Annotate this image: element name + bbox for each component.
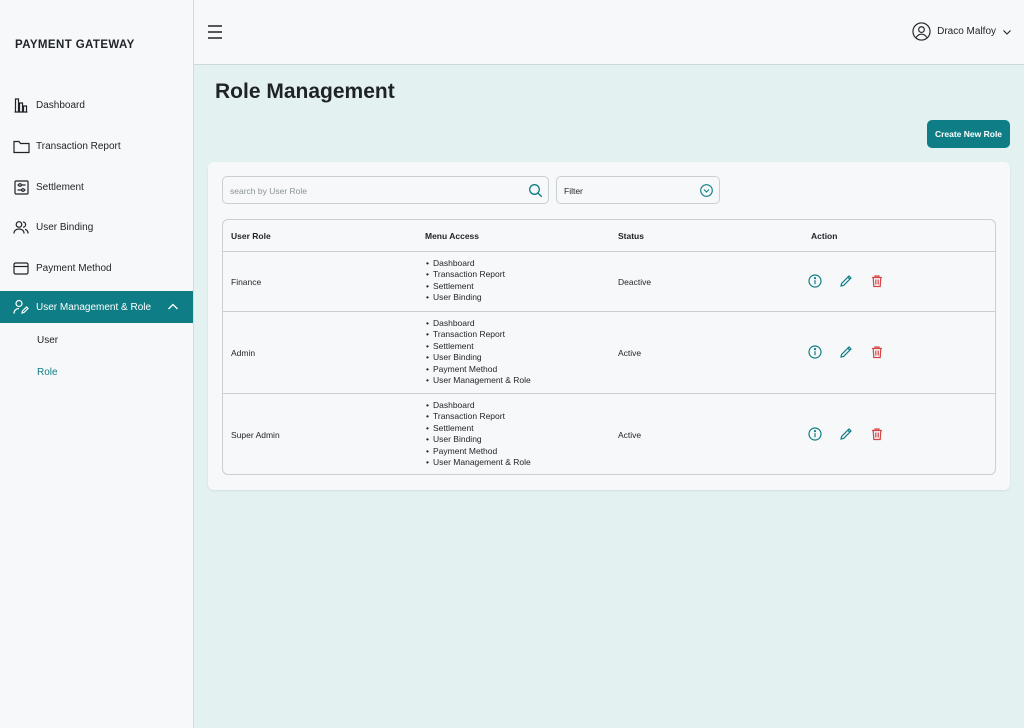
- trash-icon[interactable]: [870, 345, 884, 359]
- list-item: User Management & Role: [426, 457, 531, 468]
- list-item: Settlement: [426, 423, 531, 434]
- table-row: Finance Dashboard Transaction Report Set…: [223, 252, 995, 312]
- list-item: Transaction Report: [426, 269, 505, 280]
- sidebar-item-dashboard[interactable]: Dashboard: [0, 89, 193, 121]
- list-item: Settlement: [426, 341, 531, 352]
- list-item: Payment Method: [426, 446, 531, 457]
- list-item: Dashboard: [426, 400, 531, 411]
- roles-table: User Role Menu Access Status Action Fina…: [222, 219, 996, 475]
- column-header-action: Action: [811, 231, 838, 241]
- create-new-role-button[interactable]: Create New Role: [927, 120, 1010, 148]
- card-icon: [12, 259, 30, 277]
- edit-pencil-icon[interactable]: [839, 427, 853, 441]
- dashboard-icon: [12, 96, 30, 114]
- sidebar: PAYMENT GATEWAY Dashboard Transaction Re…: [0, 0, 194, 728]
- column-header-status: Status: [618, 231, 644, 241]
- search-field[interactable]: [222, 176, 549, 204]
- topbar: Draco Malfoy: [194, 0, 1024, 65]
- page-title: Role Management: [215, 80, 395, 103]
- chevron-up-icon[interactable]: [166, 300, 180, 314]
- table-row: Super Admin Dashboard Transaction Report…: [223, 394, 995, 474]
- settlement-icon: [12, 178, 30, 196]
- users-icon: [12, 218, 30, 236]
- list-item: User Management & Role: [426, 375, 531, 386]
- sidebar-item-label: Dashboard: [36, 99, 85, 111]
- sidebar-item-label: Payment Method: [36, 262, 112, 274]
- row-actions: [808, 274, 884, 288]
- sidebar-item-user-management-role[interactable]: User Management & Role: [0, 291, 193, 323]
- search-icon[interactable]: [528, 183, 543, 198]
- list-item: Transaction Report: [426, 411, 531, 422]
- role-name: Super Admin: [231, 430, 280, 440]
- list-item: Dashboard: [426, 318, 531, 329]
- list-item: User Binding: [426, 292, 505, 303]
- list-item: Settlement: [426, 281, 505, 292]
- sidebar-item-label: Settlement: [36, 181, 84, 193]
- status-text: Active: [618, 348, 642, 358]
- status-text: Deactive: [618, 277, 652, 287]
- sidebar-item-label: Transaction Report: [36, 140, 121, 152]
- info-icon[interactable]: [808, 274, 822, 288]
- edit-pencil-icon[interactable]: [839, 345, 853, 359]
- trash-icon[interactable]: [870, 427, 884, 441]
- hamburger-menu-icon[interactable]: [207, 23, 223, 41]
- user-name: Draco Malfoy: [937, 26, 996, 37]
- column-header-user-role: User Role: [231, 231, 271, 241]
- folder-icon: [12, 137, 30, 155]
- user-edit-icon: [12, 298, 30, 316]
- search-input[interactable]: [230, 183, 520, 198]
- filter-dropdown[interactable]: Filter: [556, 176, 720, 204]
- list-item: Payment Method: [426, 364, 531, 375]
- column-header-menu-access: Menu Access: [425, 231, 480, 241]
- sidebar-item-label: User Management & Role: [36, 301, 152, 313]
- chevron-down-circle-icon: [700, 184, 713, 197]
- sidebar-item-user-binding[interactable]: User Binding: [0, 211, 193, 243]
- edit-pencil-icon[interactable]: [839, 274, 853, 288]
- list-item: User Binding: [426, 434, 531, 445]
- info-icon[interactable]: [808, 345, 822, 359]
- sidebar-subitem-user[interactable]: User: [37, 335, 58, 346]
- status-text: Active: [618, 430, 642, 440]
- row-actions: [808, 345, 884, 359]
- trash-icon[interactable]: [870, 274, 884, 288]
- list-item: User Binding: [426, 352, 531, 363]
- role-name: Finance: [231, 277, 262, 287]
- menu-access-list: Dashboard Transaction Report Settlement …: [426, 258, 505, 304]
- table-header: User Role Menu Access Status Action: [223, 220, 995, 252]
- filter-label: Filter: [564, 186, 583, 196]
- table-row: Admin Dashboard Transaction Report Settl…: [223, 312, 995, 394]
- role-name: Admin: [231, 348, 256, 358]
- chevron-down-icon: [1003, 29, 1011, 35]
- row-actions: [808, 427, 884, 441]
- menu-access-list: Dashboard Transaction Report Settlement …: [426, 400, 531, 468]
- info-icon[interactable]: [808, 427, 822, 441]
- sidebar-item-settlement[interactable]: Settlement: [0, 171, 193, 203]
- avatar-icon: [912, 22, 931, 41]
- user-menu[interactable]: Draco Malfoy: [912, 22, 1012, 41]
- list-item: Transaction Report: [426, 329, 531, 340]
- list-item: Dashboard: [426, 258, 505, 269]
- sidebar-item-payment-method[interactable]: Payment Method: [0, 252, 193, 284]
- brand-logo-text: PAYMENT GATEWAY: [15, 39, 135, 51]
- sidebar-subitem-role[interactable]: Role: [37, 367, 58, 378]
- menu-access-list: Dashboard Transaction Report Settlement …: [426, 318, 531, 386]
- roles-card: Filter User Role Menu Access Status Acti…: [208, 162, 1010, 490]
- sidebar-item-label: User Binding: [36, 221, 94, 233]
- sidebar-item-transaction-report[interactable]: Transaction Report: [0, 130, 193, 162]
